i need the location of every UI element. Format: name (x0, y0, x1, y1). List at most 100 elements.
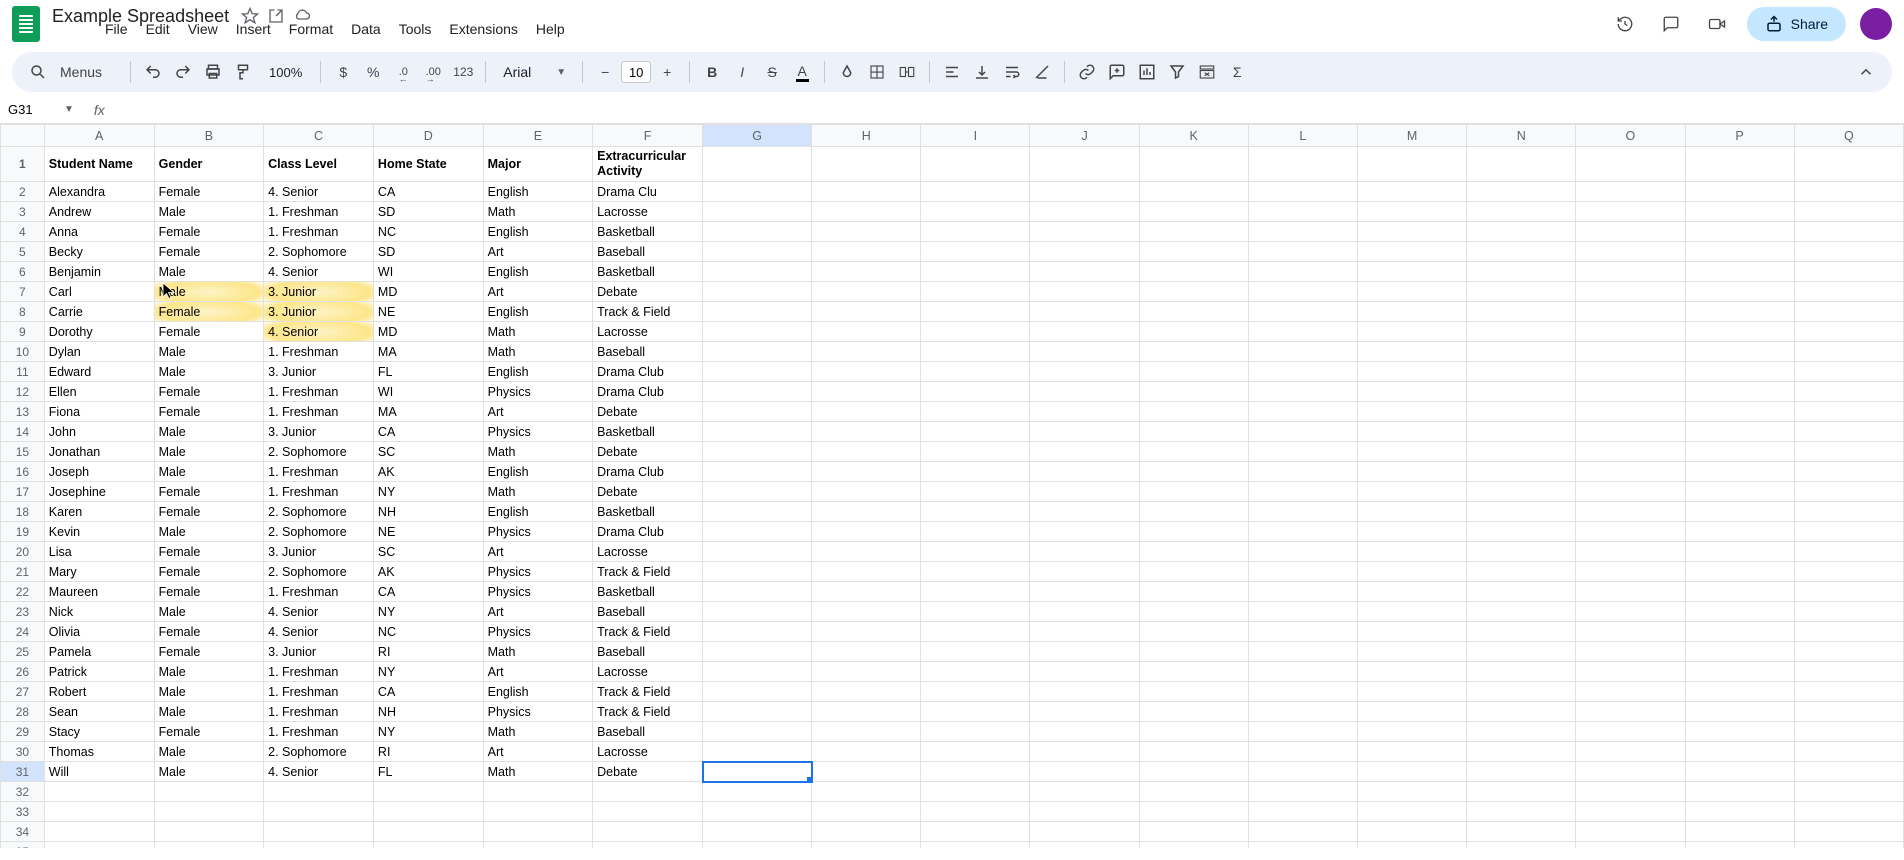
cell-E4[interactable]: English (483, 222, 592, 242)
print-button[interactable] (199, 58, 227, 86)
cell-N5[interactable] (1467, 242, 1576, 262)
cell-I8[interactable] (921, 302, 1030, 322)
cell-D3[interactable]: SD (373, 202, 483, 222)
cell-E19[interactable]: Physics (483, 522, 592, 542)
cell-B32[interactable] (154, 782, 263, 802)
cell-M14[interactable] (1357, 422, 1466, 442)
cell-P5[interactable] (1685, 242, 1794, 262)
cell-D18[interactable]: NH (373, 502, 483, 522)
v-align-button[interactable] (968, 58, 996, 86)
cell-M25[interactable] (1357, 642, 1466, 662)
cell-I13[interactable] (921, 402, 1030, 422)
cell-B2[interactable]: Female (154, 182, 263, 202)
fill-color-button[interactable] (833, 58, 861, 86)
col-header-D[interactable]: D (373, 125, 483, 147)
cell-F14[interactable]: Basketball (593, 422, 703, 442)
cell-D31[interactable]: FL (373, 762, 483, 782)
cell-J18[interactable] (1030, 502, 1139, 522)
cell-P21[interactable] (1685, 562, 1794, 582)
cell-J24[interactable] (1030, 622, 1139, 642)
cell-P29[interactable] (1685, 722, 1794, 742)
cell-I6[interactable] (921, 262, 1030, 282)
cell-Q35[interactable] (1794, 842, 1903, 849)
cell-F16[interactable]: Drama Club (593, 462, 703, 482)
cell-Q19[interactable] (1794, 522, 1903, 542)
filter-button[interactable] (1163, 58, 1191, 86)
cell-B35[interactable] (154, 842, 263, 849)
cell-O4[interactable] (1576, 222, 1685, 242)
formula-input[interactable] (113, 100, 1900, 119)
cell-I16[interactable] (921, 462, 1030, 482)
cell-B19[interactable]: Male (154, 522, 263, 542)
cell-B14[interactable]: Male (154, 422, 263, 442)
cell-J35[interactable] (1030, 842, 1139, 849)
cell-I14[interactable] (921, 422, 1030, 442)
cell-K14[interactable] (1139, 422, 1248, 442)
cell-M35[interactable] (1357, 842, 1466, 849)
cell-A18[interactable]: Karen (44, 502, 154, 522)
cell-O18[interactable] (1576, 502, 1685, 522)
cell-F18[interactable]: Basketball (593, 502, 703, 522)
col-header-M[interactable]: M (1357, 125, 1466, 147)
cell-Q4[interactable] (1794, 222, 1903, 242)
cell-M1[interactable] (1357, 147, 1466, 182)
cell-M12[interactable] (1357, 382, 1466, 402)
cell-C3[interactable]: 1. Freshman (264, 202, 374, 222)
cell-E35[interactable] (483, 842, 592, 849)
cell-Q25[interactable] (1794, 642, 1903, 662)
cell-M3[interactable] (1357, 202, 1466, 222)
row-header-25[interactable]: 25 (1, 642, 45, 662)
cell-E16[interactable]: English (483, 462, 592, 482)
cell-I9[interactable] (921, 322, 1030, 342)
cell-N35[interactable] (1467, 842, 1576, 849)
cell-B12[interactable]: Female (154, 382, 263, 402)
comment-icon[interactable] (1655, 8, 1687, 40)
cell-P22[interactable] (1685, 582, 1794, 602)
cell-N22[interactable] (1467, 582, 1576, 602)
cell-J14[interactable] (1030, 422, 1139, 442)
cell-J13[interactable] (1030, 402, 1139, 422)
cell-A29[interactable]: Stacy (44, 722, 154, 742)
col-header-C[interactable]: C (264, 125, 374, 147)
cell-M7[interactable] (1357, 282, 1466, 302)
cell-G22[interactable] (703, 582, 812, 602)
cell-Q27[interactable] (1794, 682, 1903, 702)
cell-I1[interactable] (921, 147, 1030, 182)
cell-I25[interactable] (921, 642, 1030, 662)
cell-M15[interactable] (1357, 442, 1466, 462)
cell-K6[interactable] (1139, 262, 1248, 282)
cell-Q29[interactable] (1794, 722, 1903, 742)
cell-G14[interactable] (703, 422, 812, 442)
cell-L26[interactable] (1248, 662, 1357, 682)
cell-P26[interactable] (1685, 662, 1794, 682)
cell-G13[interactable] (703, 402, 812, 422)
cell-C7[interactable]: 3. Junior (264, 282, 374, 302)
cell-F27[interactable]: Track & Field (593, 682, 703, 702)
name-box-dropdown[interactable]: ▼ (64, 104, 74, 115)
text-color-button[interactable]: A (788, 58, 816, 86)
cell-M32[interactable] (1357, 782, 1466, 802)
cell-O20[interactable] (1576, 542, 1685, 562)
row-header-5[interactable]: 5 (1, 242, 45, 262)
cell-H27[interactable] (812, 682, 921, 702)
cell-H11[interactable] (812, 362, 921, 382)
cell-N28[interactable] (1467, 702, 1576, 722)
cell-N1[interactable] (1467, 147, 1576, 182)
wrap-button[interactable] (998, 58, 1026, 86)
cell-N3[interactable] (1467, 202, 1576, 222)
cell-Q7[interactable] (1794, 282, 1903, 302)
cell-A22[interactable]: Maureen (44, 582, 154, 602)
cell-Q22[interactable] (1794, 582, 1903, 602)
cell-G29[interactable] (703, 722, 812, 742)
cell-B22[interactable]: Female (154, 582, 263, 602)
cell-G19[interactable] (703, 522, 812, 542)
cell-H15[interactable] (812, 442, 921, 462)
cell-I12[interactable] (921, 382, 1030, 402)
cell-M33[interactable] (1357, 802, 1466, 822)
cell-N11[interactable] (1467, 362, 1576, 382)
cell-L19[interactable] (1248, 522, 1357, 542)
cell-B9[interactable]: Female (154, 322, 263, 342)
cell-A32[interactable] (44, 782, 154, 802)
cell-F31[interactable]: Debate (593, 762, 703, 782)
cell-I33[interactable] (921, 802, 1030, 822)
